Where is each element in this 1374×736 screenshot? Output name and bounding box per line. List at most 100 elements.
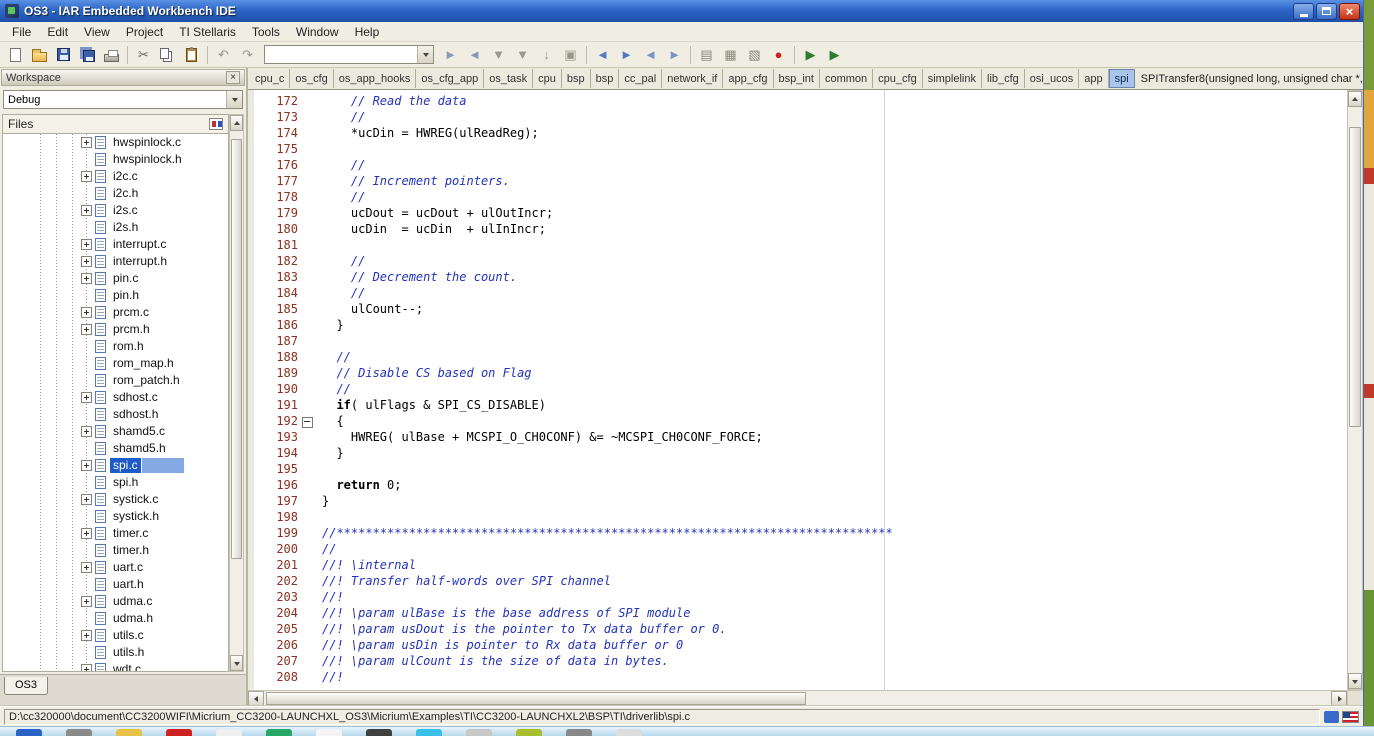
code-text[interactable] xyxy=(316,462,322,478)
expand-icon[interactable] xyxy=(81,137,92,148)
code-line[interactable]: 204 //! \param ulBase is the base address… xyxy=(254,606,1347,622)
tab-bsp[interactable]: bsp xyxy=(562,69,591,88)
paste-button[interactable] xyxy=(180,44,203,66)
save-all-button[interactable] xyxy=(76,44,99,66)
expand-icon[interactable] xyxy=(81,307,92,318)
file-tree-item[interactable]: i2c.h xyxy=(3,185,228,202)
scrollbar-track[interactable] xyxy=(264,691,1331,706)
line-number[interactable]: 186 xyxy=(254,318,298,334)
taskbar-app-9[interactable] xyxy=(466,729,492,736)
code-text[interactable]: // xyxy=(316,158,365,174)
file-tree-item[interactable]: rom.h xyxy=(3,338,228,355)
file-columns-icon[interactable] xyxy=(209,118,223,130)
expand-icon[interactable] xyxy=(81,324,92,335)
taskbar-app-8[interactable] xyxy=(416,729,442,736)
taskbar-app-3[interactable] xyxy=(166,729,192,736)
start-button[interactable] xyxy=(16,729,42,736)
expand-icon[interactable] xyxy=(81,494,92,505)
code-line[interactable]: 191 if( ulFlags & SPI_CS_DISABLE) xyxy=(254,398,1347,414)
code-text[interactable]: if( ulFlags & SPI_CS_DISABLE) xyxy=(316,398,546,414)
scroll-right-button[interactable] xyxy=(1331,691,1347,707)
taskbar-app-1[interactable] xyxy=(66,729,92,736)
print-button[interactable] xyxy=(100,44,123,66)
code-text[interactable]: // xyxy=(316,542,336,558)
navigate-back-button[interactable]: ◄ xyxy=(591,44,614,66)
file-tree-item[interactable]: spi.h xyxy=(3,474,228,491)
menu-edit[interactable]: Edit xyxy=(39,23,76,41)
file-tree-item[interactable]: timer.c xyxy=(3,525,228,542)
code-text[interactable]: HWREG( ulBase + MCSPI_O_CH0CONF) &= ~MCS… xyxy=(316,430,763,446)
code-text[interactable]: } xyxy=(316,318,343,334)
line-number[interactable]: 206 xyxy=(254,638,298,654)
code-text[interactable]: //! Transfer half-words over SPI channel xyxy=(316,574,611,590)
code-line[interactable]: 172 // Read the data xyxy=(254,94,1347,110)
taskbar-app-4[interactable] xyxy=(216,729,242,736)
code-line[interactable]: 179 ucDout = ucDout + ulOutIncr; xyxy=(254,206,1347,222)
file-tree-item[interactable]: wdt.c xyxy=(3,661,228,671)
tab-os_app_hooks[interactable]: os_app_hooks xyxy=(334,69,417,88)
file-tree-item[interactable]: interrupt.h xyxy=(3,253,228,270)
files-header[interactable]: Files xyxy=(2,114,229,134)
tab-os_cfg_app[interactable]: os_cfg_app xyxy=(416,69,485,88)
workspace-tab-os3[interactable]: OS3 xyxy=(4,677,49,695)
code-text[interactable]: { xyxy=(316,414,343,430)
file-tree-item[interactable]: utils.c xyxy=(3,627,228,644)
code-text[interactable]: //! \param ulBase is the base address of… xyxy=(316,606,690,622)
menu-help[interactable]: Help xyxy=(347,23,388,41)
file-tree-item[interactable]: sdhost.h xyxy=(3,406,228,423)
code-line[interactable]: 189 // Disable CS based on Flag xyxy=(254,366,1347,382)
code-line[interactable]: 175 xyxy=(254,142,1347,158)
toggle-breakpoint-button[interactable]: ● xyxy=(767,44,790,66)
fold-collapse-icon[interactable] xyxy=(298,414,316,430)
code-line[interactable]: 202 //! Transfer half-words over SPI chan… xyxy=(254,574,1347,590)
taskbar-app-10[interactable] xyxy=(516,729,542,736)
line-number[interactable]: 201 xyxy=(254,558,298,574)
code-text[interactable]: // xyxy=(316,190,365,206)
code-line[interactable]: 206 //! \param usDin is pointer to Rx dat… xyxy=(254,638,1347,654)
file-tree-item[interactable]: hwspinlock.h xyxy=(3,151,228,168)
code-text[interactable]: // Increment pointers. xyxy=(316,174,510,190)
code-text[interactable]: // Disable CS based on Flag xyxy=(316,366,531,382)
tab-common[interactable]: common xyxy=(820,69,874,88)
code-text[interactable]: //! \param usDin is pointer to Rx data b… xyxy=(316,638,683,654)
line-number[interactable]: 187 xyxy=(254,334,298,350)
line-number[interactable]: 188 xyxy=(254,350,298,366)
code-line[interactable]: 185 ulCount--; xyxy=(254,302,1347,318)
line-number[interactable]: 197 xyxy=(254,494,298,510)
file-tree-item[interactable]: spi.c xyxy=(3,457,228,474)
file-tree-item[interactable]: pin.c xyxy=(3,270,228,287)
menu-file[interactable]: File xyxy=(4,23,39,41)
scrollbar-track[interactable] xyxy=(1348,107,1362,673)
tab-bsp[interactable]: bsp xyxy=(591,69,620,88)
dropdown-arrow-icon[interactable] xyxy=(226,91,242,108)
file-tree-item[interactable]: pin.h xyxy=(3,287,228,304)
code-line[interactable]: 192 { xyxy=(254,414,1347,430)
save-button[interactable] xyxy=(52,44,75,66)
line-number[interactable]: 193 xyxy=(254,430,298,446)
tab-osi_ucos[interactable]: osi_ucos xyxy=(1025,69,1080,88)
code-line[interactable]: 195 xyxy=(254,462,1347,478)
line-number[interactable]: 185 xyxy=(254,302,298,318)
line-number[interactable]: 183 xyxy=(254,270,298,286)
code-line[interactable]: 188 // xyxy=(254,350,1347,366)
line-number[interactable]: 205 xyxy=(254,622,298,638)
code-text[interactable]: // xyxy=(316,286,365,302)
editor-vertical-scrollbar[interactable] xyxy=(1347,90,1363,690)
code-text[interactable]: // xyxy=(316,382,350,398)
code-text[interactable]: //! \param ulCount is the size of data i… xyxy=(316,654,669,670)
undo-button[interactable]: ↶ xyxy=(212,44,235,66)
file-tree-item[interactable]: utils.h xyxy=(3,644,228,661)
ime-indicator-icon[interactable] xyxy=(1324,710,1339,723)
code-line[interactable]: 174 *ucDin = HWREG(ulReadReg); xyxy=(254,126,1347,142)
file-tree-item[interactable]: uart.c xyxy=(3,559,228,576)
taskbar-app-11[interactable] xyxy=(566,729,592,736)
tab-os_task[interactable]: os_task xyxy=(484,69,534,88)
code-line[interactable]: 180 ucDin = ucDin + ulInIncr; xyxy=(254,222,1347,238)
compile-button[interactable]: ▤ xyxy=(695,44,718,66)
taskbar-app-12[interactable] xyxy=(616,729,642,736)
code-text[interactable]: //! xyxy=(316,670,344,686)
scroll-up-button[interactable] xyxy=(1348,91,1362,107)
line-number[interactable]: 177 xyxy=(254,174,298,190)
line-number[interactable]: 184 xyxy=(254,286,298,302)
code-text[interactable]: *ucDin = HWREG(ulReadReg); xyxy=(316,126,539,142)
